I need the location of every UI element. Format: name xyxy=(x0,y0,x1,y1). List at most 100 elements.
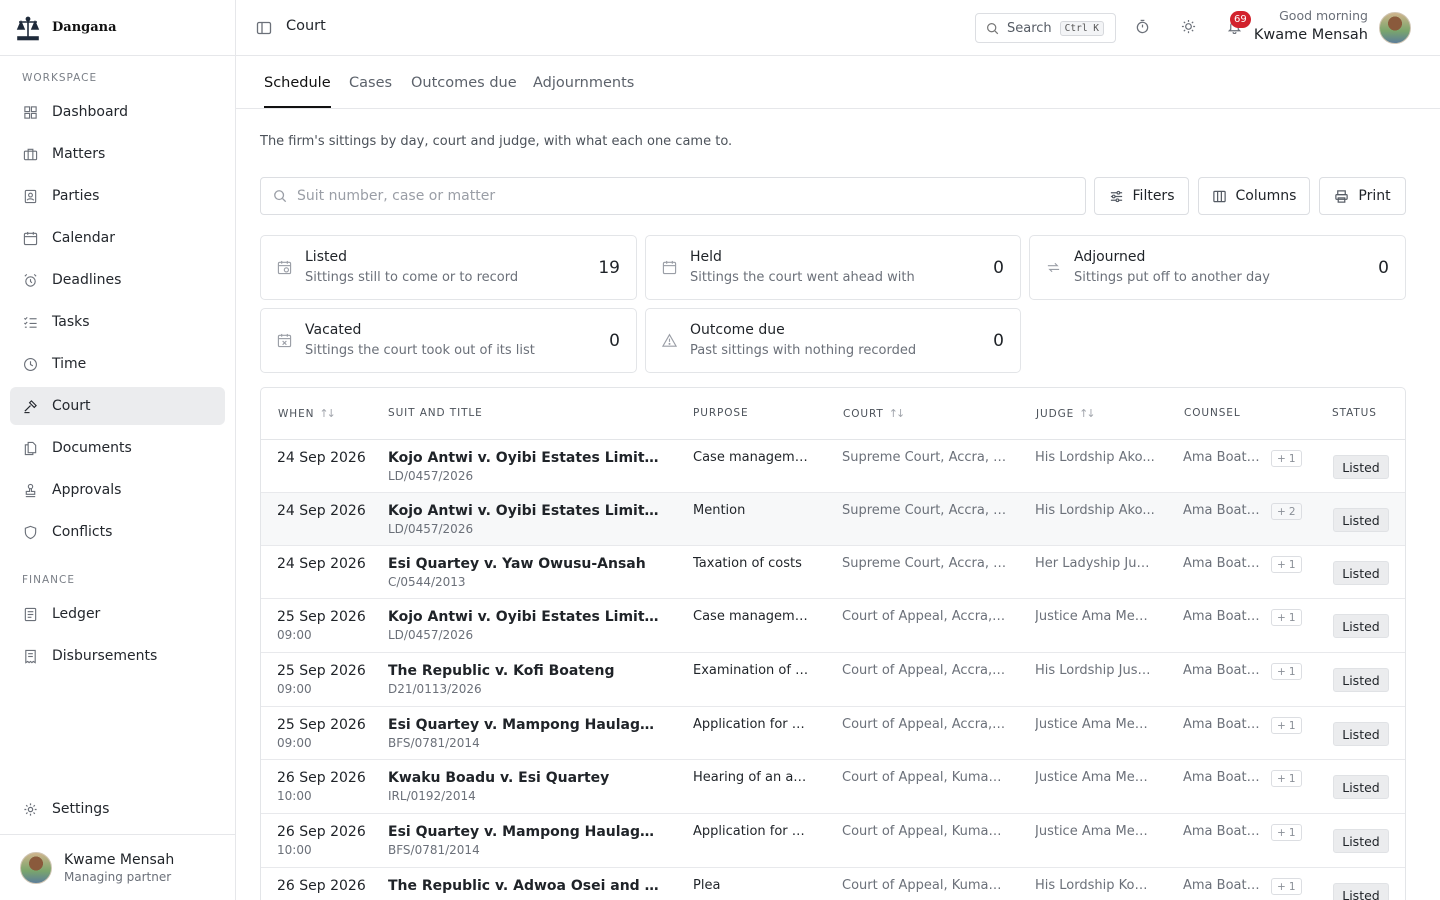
row-date: 26 Sep 2026 xyxy=(277,824,366,840)
sidebar-toggle-icon[interactable] xyxy=(256,20,272,36)
clock-icon xyxy=(22,356,38,372)
stat-subtitle: Sittings put off to another day xyxy=(1074,270,1270,285)
print-button[interactable]: Print xyxy=(1319,177,1406,215)
sidebar-item-ledger[interactable]: Ledger xyxy=(10,595,225,633)
filters-label: Filters xyxy=(1132,188,1175,204)
table-row[interactable]: 25 Sep 2026 09:00 Kojo Antwi v. Oyibi Esta… xyxy=(261,599,1405,653)
sidebar-item-time[interactable]: Time xyxy=(10,345,225,383)
counsel-more-chip[interactable]: +1 xyxy=(1271,878,1302,895)
counsel-more-chip[interactable]: +1 xyxy=(1271,556,1302,573)
counsel-more-chip[interactable]: +2 xyxy=(1271,503,1302,520)
row-title[interactable]: Kojo Antwi v. Oyibi Estates Limited and.… xyxy=(388,450,662,466)
sidebar-item-label: Disbursements xyxy=(52,648,158,664)
stat-value: 0 xyxy=(1378,258,1389,278)
shield-icon xyxy=(22,524,38,540)
table-row[interactable]: 24 Sep 2026 Esi Quartey v. Yaw Owusu-Ansa… xyxy=(261,546,1405,599)
stopwatch-icon[interactable] xyxy=(1135,19,1151,35)
sidebar-item-documents[interactable]: Documents xyxy=(10,429,225,467)
header-user-name: Kwame Mensah xyxy=(1253,27,1368,43)
columns-button[interactable]: Columns xyxy=(1198,177,1310,215)
brand[interactable]: Dangana xyxy=(0,0,235,56)
row-court: Supreme Court, Accra, C... xyxy=(842,556,1008,571)
column-header-when[interactable]: WHEN ↑↓ xyxy=(278,407,336,420)
column-header-judge[interactable]: JUDGE ↑↓ xyxy=(1036,407,1096,420)
counsel-more-chip[interactable]: +1 xyxy=(1271,450,1302,467)
row-title[interactable]: The Republic v. Kofi Boateng xyxy=(388,663,662,679)
table-row[interactable]: 24 Sep 2026 Kojo Antwi v. Oyibi Estates L… xyxy=(261,440,1405,493)
plus-icon: + xyxy=(1277,452,1286,465)
sidebar-item-settings[interactable]: Settings xyxy=(10,790,225,828)
tab-outcomes-due[interactable]: Outcomes due xyxy=(411,75,517,108)
counsel-more-count: 1 xyxy=(1288,772,1296,785)
contact-card-icon xyxy=(22,188,38,204)
filters-button[interactable]: Filters xyxy=(1094,177,1189,215)
row-title[interactable]: Kojo Antwi v. Oyibi Estates Limited and.… xyxy=(388,609,662,625)
avatar[interactable] xyxy=(1379,12,1411,44)
counsel-more-count: 1 xyxy=(1288,558,1296,571)
row-purpose: Case manageme... xyxy=(693,450,811,465)
table-row[interactable]: 25 Sep 2026 09:00 Esi Quartey v. Mampong H… xyxy=(261,707,1405,760)
table-row[interactable]: 25 Sep 2026 09:00 The Republic v. Kofi Boa… xyxy=(261,653,1405,707)
counsel-more-chip[interactable]: +1 xyxy=(1271,824,1302,841)
column-header-counsel: COUNSEL xyxy=(1184,407,1241,419)
sun-icon[interactable] xyxy=(1181,19,1197,35)
sidebar-user-name: Kwame Mensah xyxy=(64,851,175,868)
row-court: Court of Appeal, Kumasi,... xyxy=(842,824,1008,839)
counsel-more-count: 2 xyxy=(1288,505,1296,518)
row-suit-number: BFS/0781/2014 xyxy=(388,736,480,750)
counsel-more-chip[interactable]: +1 xyxy=(1271,663,1302,680)
sidebar-item-deadlines[interactable]: Deadlines xyxy=(10,261,225,299)
stat-card-listed[interactable]: Listed Sittings still to come or to reco… xyxy=(260,235,637,300)
column-header-court[interactable]: COURT ↑↓ xyxy=(843,407,905,420)
tab-schedule[interactable]: Schedule xyxy=(264,75,331,108)
sidebar-item-dashboard[interactable]: Dashboard xyxy=(10,93,225,131)
counsel-more-chip[interactable]: +1 xyxy=(1271,609,1302,626)
calendar-x-icon xyxy=(277,333,293,349)
tab-adjournments[interactable]: Adjournments xyxy=(533,75,634,108)
stat-card-held[interactable]: Held Sittings the court went ahead with … xyxy=(645,235,1021,300)
repeat-icon xyxy=(1046,260,1062,276)
sidebar-item-conflicts[interactable]: Conflicts xyxy=(10,513,225,551)
sidebar-item-label: Approvals xyxy=(52,482,122,498)
sidebar-item-calendar[interactable]: Calendar xyxy=(10,219,225,257)
status-badge: Listed xyxy=(1333,829,1389,853)
counsel-more-chip[interactable]: +1 xyxy=(1271,770,1302,787)
global-search-button[interactable]: Search Ctrl K xyxy=(975,13,1116,43)
tab-cases[interactable]: Cases xyxy=(349,75,392,108)
search-shortcut: Ctrl K xyxy=(1059,20,1104,36)
row-title[interactable]: The Republic v. Adwoa Osei and Another xyxy=(388,878,662,894)
greeting-block: Good morning Kwame Mensah xyxy=(1254,8,1368,43)
sidebar-user[interactable]: Kwame Mensah Managing partner xyxy=(0,834,235,900)
scales-of-justice-icon xyxy=(14,14,42,42)
sort-icon: ↑↓ xyxy=(319,407,336,420)
stat-subtitle: Sittings still to come or to record xyxy=(305,270,519,285)
stamp-icon xyxy=(22,482,38,498)
sidebar-item-matters[interactable]: Matters xyxy=(10,135,225,173)
table-row[interactable]: 26 Sep 2026 10:00 Esi Quartey v. Mampong H… xyxy=(261,814,1405,868)
table-row[interactable]: 24 Sep 2026 Kojo Antwi v. Oyibi Estates L… xyxy=(261,493,1405,546)
stat-card-outcome-due[interactable]: Outcome due Past sittings with nothing r… xyxy=(645,308,1021,373)
stat-card-vacated[interactable]: Vacated Sittings the court took out of i… xyxy=(260,308,637,373)
row-judge: Justice Ama Men... xyxy=(1035,609,1155,624)
print-label: Print xyxy=(1358,188,1391,204)
row-title[interactable]: Kwaku Boadu v. Esi Quartey xyxy=(388,770,662,786)
stat-card-adjourned[interactable]: Adjourned Sittings put off to another da… xyxy=(1029,235,1406,300)
warning-icon xyxy=(661,333,678,349)
row-title[interactable]: Esi Quartey v. Yaw Owusu-Ansah xyxy=(388,556,662,572)
row-date: 25 Sep 2026 xyxy=(277,717,366,733)
notification-badge: 69 xyxy=(1230,11,1251,28)
schedule-search-input[interactable] xyxy=(297,188,1057,204)
sidebar-item-court[interactable]: Court xyxy=(10,387,225,425)
sidebar-item-parties[interactable]: Parties xyxy=(10,177,225,215)
table-row[interactable]: 26 Sep 2026 The Republic v. Adwoa Osei an… xyxy=(261,868,1405,900)
counsel-more-chip[interactable]: +1 xyxy=(1271,717,1302,734)
row-counsel: Ama Boate... xyxy=(1183,663,1265,678)
counsel-more-count: 1 xyxy=(1288,665,1296,678)
row-title[interactable]: Kojo Antwi v. Oyibi Estates Limited and.… xyxy=(388,503,662,519)
sidebar-item-approvals[interactable]: Approvals xyxy=(10,471,225,509)
row-title[interactable]: Esi Quartey v. Mampong Haulage Limit... xyxy=(388,824,662,840)
row-title[interactable]: Esi Quartey v. Mampong Haulage Limit... xyxy=(388,717,662,733)
sidebar-item-tasks[interactable]: Tasks xyxy=(10,303,225,341)
table-row[interactable]: 26 Sep 2026 10:00 Kwaku Boadu v. Esi Quart… xyxy=(261,760,1405,814)
sidebar-item-disbursements[interactable]: Disbursements xyxy=(10,637,225,675)
